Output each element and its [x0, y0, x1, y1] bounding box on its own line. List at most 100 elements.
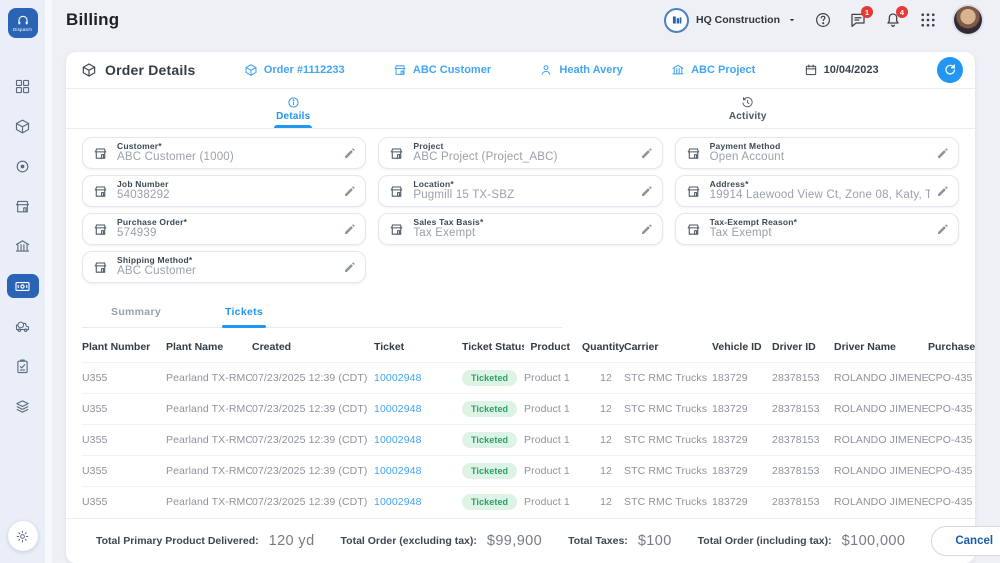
- column-header[interactable]: Plant Name: [166, 332, 252, 363]
- column-header[interactable]: Quantity: [582, 332, 624, 363]
- column-header[interactable]: Ticket Status: [462, 332, 524, 363]
- ticket-link[interactable]: 10002948: [374, 394, 462, 425]
- table-row[interactable]: U355 Pearland TX-RMC 07/23/2025 12:39 (C…: [82, 425, 975, 456]
- sidebar-item-billing[interactable]: [7, 274, 39, 298]
- edit-pencil-icon[interactable]: [343, 147, 356, 160]
- sidebar-item-inventory[interactable]: [7, 394, 39, 418]
- help-button[interactable]: [814, 11, 832, 29]
- edit-pencil-icon[interactable]: [640, 223, 653, 236]
- column-header[interactable]: Driver Name: [834, 332, 928, 363]
- notifications-button[interactable]: 4: [884, 11, 902, 29]
- cell-purchase-order: CPO-435: [928, 425, 975, 456]
- field-label: Customer*: [117, 141, 337, 152]
- user-avatar[interactable]: [954, 6, 982, 34]
- company-selector[interactable]: HQ Construction: [664, 8, 797, 33]
- customer-link[interactable]: ABC Customer: [393, 63, 491, 77]
- project-link[interactable]: ABC Project: [671, 63, 755, 77]
- ticket-link[interactable]: 10002948: [374, 363, 462, 394]
- cell-status: Ticketed: [462, 394, 524, 425]
- edit-pencil-icon[interactable]: [936, 147, 949, 160]
- order-details-card: Order Details Order #1112233 ABC Custome…: [66, 52, 975, 563]
- info-icon: [287, 96, 300, 109]
- edit-pencil-icon[interactable]: [640, 185, 653, 198]
- stack-icon: [14, 398, 31, 415]
- field-payment-method[interactable]: Payment Method Open Account: [675, 137, 959, 169]
- cell-vehicle-id: 183729: [712, 456, 772, 487]
- field-project[interactable]: Project ABC Project (Project_ABC): [378, 137, 662, 169]
- status-badge: Ticketed: [462, 432, 517, 448]
- cell-quantity: 12: [582, 394, 624, 425]
- sidebar-item-dashboard[interactable]: [7, 74, 39, 98]
- sidebar-item-customers[interactable]: [7, 194, 39, 218]
- cell-plant-number: U355: [82, 425, 166, 456]
- cell-vehicle-id: 183729: [712, 363, 772, 394]
- cell-plant-name: Pearland TX-RMC: [166, 363, 252, 394]
- field-location[interactable]: Location* Pugmill 15 TX-SBZ: [378, 175, 662, 207]
- field-purchase-order[interactable]: Purchase Order* 574939: [82, 213, 366, 245]
- bank-icon: [14, 238, 31, 255]
- table-row[interactable]: U355 Pearland TX-RMC 07/23/2025 12:39 (C…: [82, 487, 975, 518]
- column-header[interactable]: Created: [252, 332, 374, 363]
- column-header[interactable]: Product: [524, 332, 582, 363]
- ticket-link[interactable]: 10002948: [374, 487, 462, 518]
- total-pair: Total Order (including tax): $100,000: [698, 533, 906, 549]
- table-row[interactable]: U355 Pearland TX-RMC 07/23/2025 12:39 (C…: [82, 363, 975, 394]
- package-icon: [14, 118, 31, 135]
- field-customer[interactable]: Customer* ABC Customer (1000): [82, 137, 366, 169]
- tickets-table-wrap: Plant NumberPlant NameCreatedTicketTicke…: [82, 332, 975, 517]
- refresh-icon: [943, 63, 957, 77]
- edit-pencil-icon[interactable]: [640, 147, 653, 160]
- column-header[interactable]: Vehicle ID: [712, 332, 772, 363]
- subtab-summary[interactable]: Summary: [82, 299, 190, 327]
- sidebar-item-orders[interactable]: [7, 114, 39, 138]
- table-row[interactable]: U355 Pearland TX-RMC 07/23/2025 12:39 (C…: [82, 394, 975, 425]
- ticket-link[interactable]: 10002948: [374, 456, 462, 487]
- sidebar-item-trucks[interactable]: [7, 314, 39, 338]
- app-logo[interactable]: Dispatch: [8, 8, 38, 38]
- order-header: Order Details Order #1112233 ABC Custome…: [66, 52, 975, 89]
- status-badge: Ticketed: [462, 494, 517, 510]
- cell-driver-name: ROLANDO JIMENEZ: [834, 394, 928, 425]
- sidebar-item-projects[interactable]: [7, 234, 39, 258]
- refresh-button[interactable]: [937, 57, 963, 83]
- topbar: Billing HQ Construction 1 4: [52, 0, 1000, 40]
- clipboard-icon: [14, 358, 31, 375]
- messages-button[interactable]: 1: [849, 11, 867, 29]
- apps-button[interactable]: [919, 11, 937, 29]
- column-header[interactable]: Driver ID: [772, 332, 834, 363]
- field-tax-exempt-reason[interactable]: Tax-Exempt Reason* Tax Exempt: [675, 213, 959, 245]
- app-logo-label: Dispatch: [13, 27, 32, 32]
- order-number-link[interactable]: Order #1112233: [244, 63, 345, 77]
- column-header[interactable]: Carrier: [624, 332, 712, 363]
- sidebar-item-tracking[interactable]: [7, 154, 39, 178]
- user-link[interactable]: Heath Avery: [539, 63, 622, 77]
- sidebar-item-reports[interactable]: [7, 354, 39, 378]
- status-badge: Ticketed: [462, 370, 517, 386]
- package-icon: [244, 63, 258, 77]
- ticket-link[interactable]: 10002948: [374, 425, 462, 456]
- edit-pencil-icon[interactable]: [343, 185, 356, 198]
- cancel-button[interactable]: Cancel: [931, 526, 1000, 556]
- cell-created: 07/23/2025 12:39 (CDT): [252, 487, 374, 518]
- edit-pencil-icon[interactable]: [936, 185, 949, 198]
- table-row[interactable]: U355 Pearland TX-RMC 07/23/2025 12:39 (C…: [82, 456, 975, 487]
- field-address[interactable]: Address* 19914 Laewood View Ct, Zone 08,…: [675, 175, 959, 207]
- edit-pencil-icon[interactable]: [343, 261, 356, 274]
- total-value: $100,000: [842, 533, 906, 549]
- cell-purchase-order: CPO-435: [928, 363, 975, 394]
- tab-activity[interactable]: Activity: [521, 89, 976, 128]
- column-header[interactable]: Purchase Order: [928, 332, 975, 363]
- settings-button[interactable]: [8, 521, 38, 551]
- column-header[interactable]: Plant Number: [82, 332, 166, 363]
- field-sales-tax-basis[interactable]: Sales Tax Basis* Tax Exempt: [378, 213, 662, 245]
- column-header[interactable]: Ticket: [374, 332, 462, 363]
- tab-details[interactable]: Details: [66, 89, 521, 128]
- edit-pencil-icon[interactable]: [936, 223, 949, 236]
- field-job-number[interactable]: Job Number 54038292: [82, 175, 366, 207]
- main-tabs: Details Activity: [66, 89, 975, 129]
- subtab-tickets[interactable]: Tickets: [190, 299, 298, 327]
- storefront-icon: [393, 63, 407, 77]
- edit-pencil-icon[interactable]: [343, 223, 356, 236]
- field-shipping-method[interactable]: Shipping Method* ABC Customer: [82, 251, 366, 283]
- cell-plant-number: U355: [82, 456, 166, 487]
